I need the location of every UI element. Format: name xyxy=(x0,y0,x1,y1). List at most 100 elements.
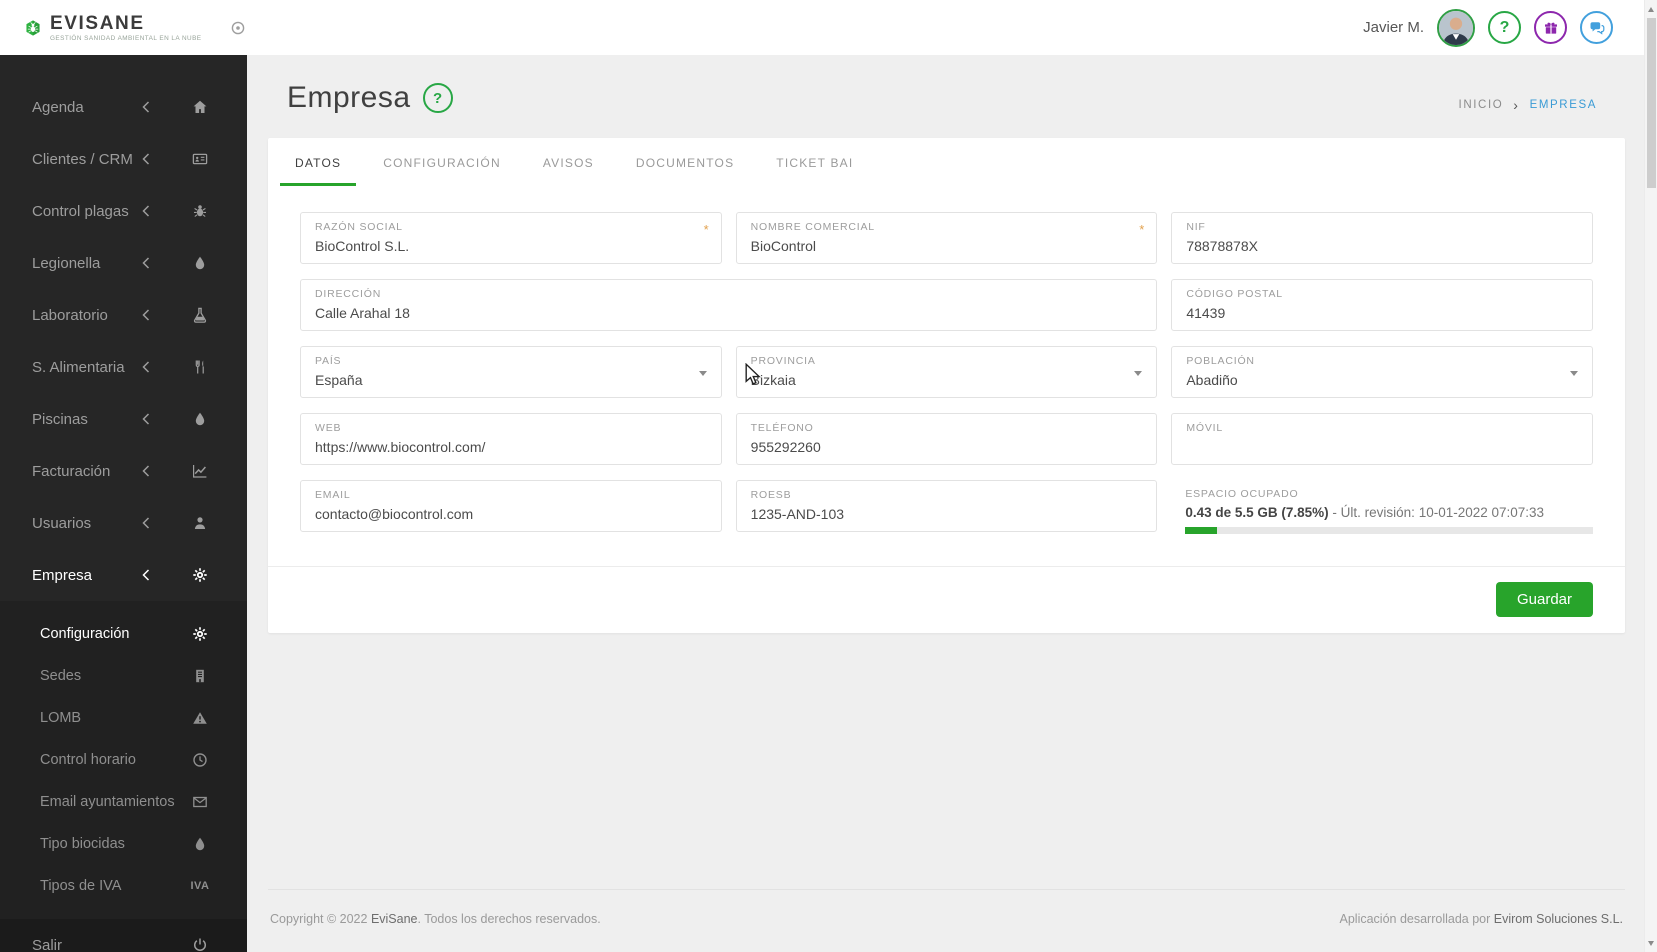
sidebar-item-label: Facturación xyxy=(32,462,111,480)
nombre-comercial-field[interactable]: NOMBRE COMERCIAL BioControl * xyxy=(735,212,1158,264)
tab-documentos[interactable]: DOCUMENTOS xyxy=(621,138,749,186)
scrollbar-up-arrow-icon[interactable] xyxy=(1645,2,1657,16)
chevron-left-icon xyxy=(142,517,150,529)
chevron-left-icon xyxy=(142,569,150,581)
submenu-item-sedes[interactable]: Sedes xyxy=(0,655,247,697)
field-value: 955292260 xyxy=(750,439,821,455)
tab-avisos[interactable]: AVISOS xyxy=(528,138,609,186)
chevron-left-icon xyxy=(142,361,150,373)
target-icon[interactable] xyxy=(230,20,246,36)
logout-label: Salir xyxy=(32,936,63,952)
tab-datos[interactable]: DATOS xyxy=(280,138,357,186)
id-card-icon xyxy=(192,151,208,167)
submenu-item-label: Tipo biocidas xyxy=(40,836,125,852)
gear-icon xyxy=(192,567,208,583)
chevron-left-icon xyxy=(142,153,150,165)
sidebar-item-s-alimentaria[interactable]: S. Alimentaria xyxy=(0,341,247,393)
sidebar-item-empresa[interactable]: Empresa xyxy=(0,549,247,601)
web-field[interactable]: WEB https://www.biocontrol.com/ xyxy=(300,413,722,465)
avatar[interactable] xyxy=(1437,8,1475,47)
scrollbar-thumb[interactable] xyxy=(1646,18,1656,188)
droplet-icon xyxy=(192,255,208,271)
submenu-item-control-horario[interactable]: Control horario xyxy=(0,739,247,781)
storage-progress-bar xyxy=(1185,527,1593,534)
sidebar-item-label: Agenda xyxy=(32,98,84,116)
scrollbar-down-arrow-icon[interactable] xyxy=(1645,936,1657,950)
storage-revision: - Últ. revisión: 10-01-2022 07:07:33 xyxy=(1332,505,1545,520)
sidebar-item-piscinas[interactable]: Piscinas xyxy=(0,393,247,445)
required-asterisk-icon: * xyxy=(703,222,709,237)
question-icon: ? xyxy=(1499,18,1510,36)
nif-field[interactable]: NIF 78878878X xyxy=(1171,212,1593,264)
footer: Copyright © 2022 EviSane. Todos los dere… xyxy=(268,889,1625,952)
breadcrumb-home[interactable]: INICIO xyxy=(1459,99,1504,111)
footer-developer-link[interactable]: Evirom Soluciones S.L. xyxy=(1494,912,1623,926)
sidebar-item-control-plagas[interactable]: Control plagas xyxy=(0,185,247,237)
sidebar-item-facturacion[interactable]: Facturación xyxy=(0,445,247,497)
droplet-icon xyxy=(192,411,208,427)
dropdown-caret-icon[interactable] xyxy=(698,371,707,376)
gift-button[interactable] xyxy=(1534,11,1567,44)
tab-configuracion[interactable]: CONFIGURACIÓN xyxy=(368,138,516,186)
submenu-item-lomb[interactable]: LOMB xyxy=(0,697,247,739)
submenu-item-email-ayuntamientos[interactable]: Email ayuntamientos xyxy=(0,781,247,823)
sidebar-item-agenda[interactable]: Agenda xyxy=(0,81,247,133)
chart-line-icon xyxy=(192,463,208,479)
sidebar-item-salir[interactable]: Salir xyxy=(0,919,247,952)
field-label: NOMBRE COMERCIAL xyxy=(750,221,875,233)
provincia-field[interactable]: PROVINCIA Bizkaia xyxy=(735,346,1158,398)
sidebar-menu: Agenda Clientes / CRM Control plagas Legion… xyxy=(0,55,247,601)
field-label: NIF xyxy=(1186,221,1206,233)
dropdown-caret-icon[interactable] xyxy=(1134,371,1143,376)
building-icon xyxy=(192,668,208,684)
submenu-item-tipos-de-iva[interactable]: Tipos de IVA IVA xyxy=(0,865,247,907)
sidebar-item-laboratorio[interactable]: Laboratorio xyxy=(0,289,247,341)
sidebar-submenu: Configuración Sedes LOMB Control horario Ema… xyxy=(0,601,247,919)
email-field[interactable]: EMAIL contacto@biocontrol.com xyxy=(300,480,722,532)
field-value: 78878878X xyxy=(1186,238,1258,254)
page-title: Empresa xyxy=(287,81,411,114)
question-icon: ? xyxy=(432,89,443,107)
chat-button[interactable] xyxy=(1580,11,1613,44)
page-header-row: Empresa ? INICIO › EMPRESA xyxy=(268,81,1625,115)
field-label: POBLACIÓN xyxy=(1186,355,1255,367)
brand-tagline: GESTIÓN SANIDAD AMBIENTAL EN LA NUBE xyxy=(50,34,202,42)
field-value: 1235-AND-103 xyxy=(750,506,845,522)
home-icon xyxy=(192,99,208,115)
sidebar-item-label: Usuarios xyxy=(32,514,92,532)
empresa-card: DATOS CONFIGURACIÓN AVISOS DOCUMENTOS TICKET… xyxy=(268,138,1625,633)
telefono-field[interactable]: TELÉFONO 955292260 xyxy=(735,413,1158,465)
poblacion-field[interactable]: POBLACIÓN Abadiño xyxy=(1171,346,1593,398)
roesb-field[interactable]: ROESB 1235-AND-103 xyxy=(735,480,1158,532)
razon-social-field[interactable]: RAZÓN SOCIAL BioControl S.L. * xyxy=(300,212,722,264)
submenu-item-configuracion[interactable]: Configuración xyxy=(0,613,247,655)
chat-icon xyxy=(1589,20,1605,36)
sidebar-item-clientes-crm[interactable]: Clientes / CRM xyxy=(0,133,247,185)
footer-brand-link[interactable]: EviSane xyxy=(371,912,418,926)
direccion-field[interactable]: DIRECCIÓN Calle Arahal 18 xyxy=(300,279,1158,331)
sidebar-item-label: Laboratorio xyxy=(32,306,108,324)
app-window: EVISANE GESTIÓN SANIDAD AMBIENTAL EN LA … xyxy=(0,0,1657,952)
page-help-button[interactable]: ? xyxy=(422,83,453,113)
codigo-postal-field[interactable]: CÓDIGO POSTAL 41439 xyxy=(1171,279,1593,331)
storage-usage: 0.43 de 5.5 GB (7.85%) xyxy=(1185,505,1329,520)
submenu-item-label: Tipos de IVA xyxy=(40,878,122,894)
sidebar-item-usuarios[interactable]: Usuarios xyxy=(0,497,247,549)
sidebar-item-legionella[interactable]: Legionella xyxy=(0,237,247,289)
chevron-right-icon: › xyxy=(1513,97,1520,113)
field-label: DIRECCIÓN xyxy=(315,288,382,300)
help-button[interactable]: ? xyxy=(1488,11,1521,44)
footer-copyright: Copyright © 2022 EviSane. Todos los dere… xyxy=(270,912,601,926)
sidebar-item-label: Legionella xyxy=(32,254,101,272)
vertical-scrollbar[interactable] xyxy=(1644,0,1657,952)
user-name[interactable]: Javier M. xyxy=(1363,19,1424,36)
pais-field[interactable]: PAÍS España xyxy=(300,346,722,398)
brand-logo[interactable]: EVISANE GESTIÓN SANIDAD AMBIENTAL EN LA … xyxy=(25,14,202,42)
save-button[interactable]: Guardar xyxy=(1495,582,1593,617)
tab-ticket-bai[interactable]: TICKET BAI xyxy=(761,138,868,186)
submenu-item-tipo-biocidas[interactable]: Tipo biocidas xyxy=(0,823,247,865)
utensils-icon xyxy=(192,359,208,375)
envelope-icon xyxy=(192,794,208,810)
dropdown-caret-icon[interactable] xyxy=(1569,371,1578,376)
movil-field[interactable]: MÓVIL xyxy=(1171,413,1593,465)
